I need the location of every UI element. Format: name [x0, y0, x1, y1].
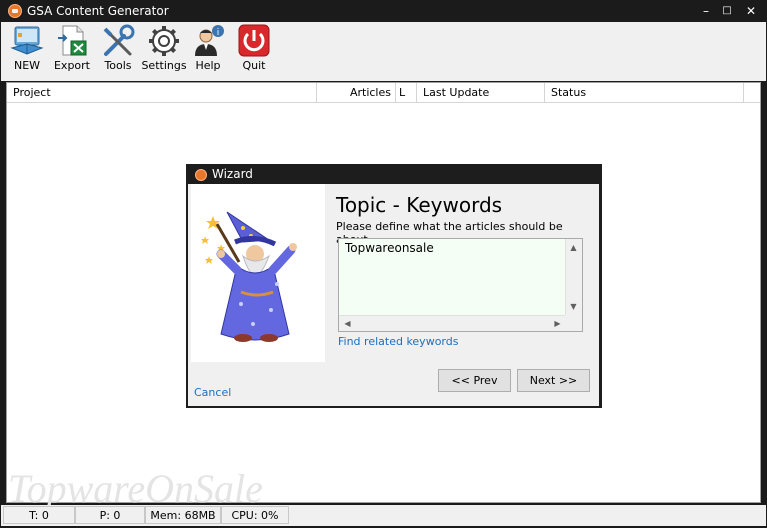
help-label: Help [195, 59, 221, 72]
gear-icon [149, 26, 179, 56]
toolbar: NEW Export Tools Settings i Help Quit [1, 22, 766, 81]
status-cpu: CPU: 0% [221, 506, 289, 524]
keywords-vertical-scrollbar[interactable]: ▲ ▼ [565, 239, 582, 315]
settings-label: Settings [141, 59, 187, 72]
quit-button[interactable]: Quit [235, 22, 273, 81]
tools-button[interactable]: Tools [97, 22, 139, 81]
keywords-horizontal-scrollbar[interactable]: ◀ ▶ [339, 315, 566, 331]
help-button[interactable]: i Help [189, 22, 227, 81]
wizard-dialog: Wizard Topic - Keywords Please define wh… [186, 164, 602, 408]
wizard-body: Topic - Keywords Please define what the … [188, 184, 599, 406]
scroll-left-arrow-icon[interactable]: ◀ [340, 316, 355, 331]
status-threads: T: 0 [3, 506, 75, 524]
title-bar[interactable]: GSA Content Generator – □ ✕ [0, 0, 767, 22]
app-icon [8, 4, 22, 18]
export-label: Export [53, 59, 90, 72]
status-memory: Mem: 68MB [145, 506, 221, 524]
maximize-button[interactable]: □ [718, 3, 736, 19]
column-header-articles[interactable]: Articles [317, 83, 396, 102]
scroll-right-arrow-icon[interactable]: ▶ [550, 316, 565, 331]
status-bar: T: 0 P: 0 Mem: 68MB CPU: 0% [1, 505, 766, 526]
tools-icon [103, 24, 135, 56]
keywords-textarea[interactable]: Topwareonsale ▲ ▼ ◀ ▶ [338, 238, 583, 332]
quit-label: Quit [242, 59, 266, 72]
settings-button[interactable]: Settings [141, 22, 187, 81]
scroll-down-arrow-icon[interactable]: ▼ [566, 299, 581, 314]
help-person-icon: i [195, 25, 224, 56]
scroll-up-arrow-icon[interactable]: ▲ [566, 240, 581, 255]
new-button[interactable]: NEW [5, 22, 49, 81]
minimize-button[interactable]: – [697, 3, 715, 19]
prev-button[interactable]: << Prev [438, 369, 511, 392]
wizard-app-icon [195, 169, 207, 181]
new-label: NEW [13, 59, 41, 72]
column-header-last-update[interactable]: Last Update [417, 83, 545, 102]
wizard-title-bar[interactable]: Wizard [186, 164, 602, 184]
power-icon [238, 24, 270, 57]
scrollbar-corner [565, 315, 582, 331]
find-related-keywords-link[interactable]: Find related keywords [338, 335, 458, 348]
wizard-illustration [201, 211, 297, 342]
close-button[interactable]: ✕ [742, 3, 760, 19]
main-window: GSA Content Generator – □ ✕ NEW Export T… [0, 0, 767, 528]
wizard-title: Wizard [212, 167, 253, 181]
next-button[interactable]: Next >> [517, 369, 590, 392]
excel-export-icon [58, 25, 87, 56]
tools-label: Tools [104, 59, 132, 72]
wizard-illustration-pane [191, 184, 325, 362]
column-header-status[interactable]: Status [545, 83, 744, 102]
status-projects: P: 0 [75, 506, 145, 524]
window-title: GSA Content Generator [27, 4, 169, 18]
export-button[interactable]: Export [49, 22, 95, 81]
column-header-project[interactable]: Project [7, 83, 317, 102]
new-project-icon [10, 26, 44, 55]
keywords-value: Topwareonsale [345, 241, 434, 255]
wizard-heading: Topic - Keywords [336, 193, 503, 217]
list-header: Project Articles L Last Update Status [7, 83, 760, 103]
column-header-l[interactable]: L [396, 83, 417, 102]
cancel-link[interactable]: Cancel [194, 386, 231, 399]
svg-text:i: i [217, 28, 220, 38]
